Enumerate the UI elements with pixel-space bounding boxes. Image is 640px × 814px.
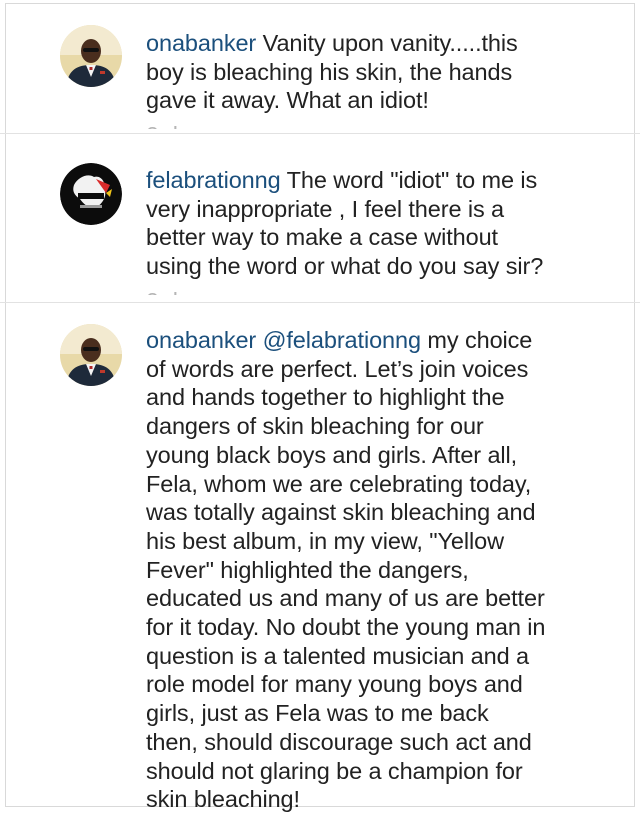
person-in-suit-icon xyxy=(60,25,122,87)
comment-body: my choice of words are perfect. Let’s jo… xyxy=(146,327,546,813)
comment-timestamp: 2 days ago xyxy=(146,121,259,129)
user-avatar[interactable] xyxy=(60,163,122,225)
comment-username[interactable]: onabanker xyxy=(146,327,256,353)
user-avatar[interactable] xyxy=(60,324,122,386)
comment-mention[interactable]: @felabrationng xyxy=(263,327,421,353)
user-avatar[interactable] xyxy=(60,25,122,87)
comment-username[interactable]: felabrationng xyxy=(146,167,281,193)
comment-text: felabrationng The word "idiot" to me is … xyxy=(146,166,546,281)
person-in-suit-icon xyxy=(60,324,122,386)
comment-timestamp: 2 days ago xyxy=(146,287,259,295)
comment-text: onabanker @felabrationng my choice of wo… xyxy=(146,326,546,814)
comment-text: onabanker Vanity upon vanity.....this bo… xyxy=(146,29,546,115)
comment-username[interactable]: onabanker xyxy=(146,30,256,56)
divider xyxy=(0,133,640,134)
felabration-logo-icon xyxy=(60,163,122,225)
divider xyxy=(0,302,640,303)
